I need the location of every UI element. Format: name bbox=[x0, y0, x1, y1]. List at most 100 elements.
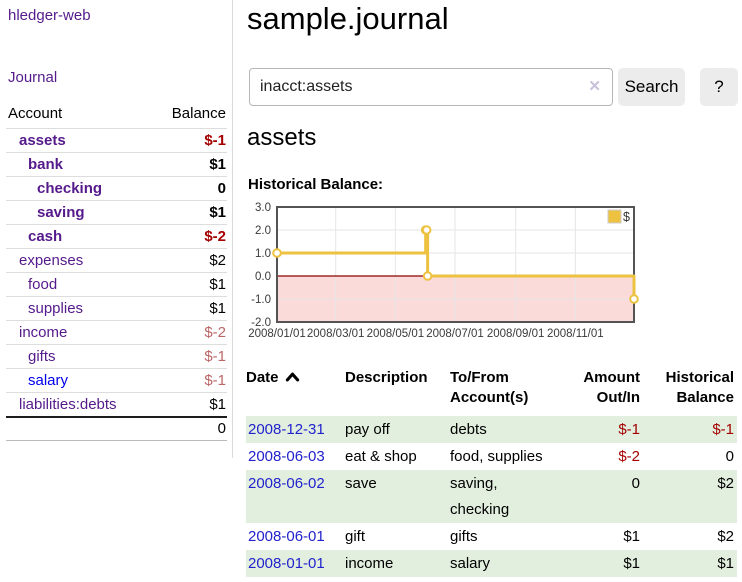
sidebar-accounts-body: assets$-1bank$1checking0saving$1cash$-2e… bbox=[6, 129, 227, 417]
account-row: cash $-2 bbox=[6, 225, 227, 249]
balance-chart: $3.02.01.00.0-1.0-2.02008/01/012008/03/0… bbox=[243, 202, 742, 352]
account-row: food $1 bbox=[6, 273, 227, 297]
register-body: 2008-12-31pay offdebts$-1$-12008-06-03ea… bbox=[246, 416, 737, 577]
accounts-total-balance: 0 bbox=[152, 417, 227, 441]
x-axis-tick-label: 2008/09/01 bbox=[487, 328, 545, 340]
x-axis-tick-label: 2008/11/01 bbox=[547, 328, 604, 340]
sidebar-account-balance: $2 bbox=[152, 249, 227, 273]
account-row: assets $-1 bbox=[6, 129, 227, 153]
sidebar-account-link[interactable]: salary bbox=[6, 372, 68, 389]
transaction-date-link[interactable]: 2008-12-31 bbox=[248, 421, 325, 438]
accounts-col-header: Account bbox=[6, 102, 152, 129]
y-axis-tick-label: 3.0 bbox=[255, 202, 271, 214]
sidebar-account-balance: $-2 bbox=[152, 321, 227, 345]
transaction-date-link[interactable]: 2008-01-01 bbox=[248, 555, 325, 572]
transaction-description: save bbox=[345, 470, 450, 523]
date-col-label: Date bbox=[246, 369, 279, 386]
register-header-row: Date Description To/From Account(s) Amou… bbox=[246, 362, 737, 416]
sidebar-account-link[interactable]: gifts bbox=[6, 348, 56, 365]
sidebar-account-balance: $1 bbox=[152, 297, 227, 321]
transaction-amount: $-1 bbox=[552, 416, 643, 443]
transaction-row: 2008-01-01incomesalary$1$1 bbox=[246, 550, 737, 577]
chart-title: Historical Balance: bbox=[248, 176, 383, 193]
data-point-marker bbox=[630, 295, 638, 303]
y-axis-tick-label: -1.0 bbox=[251, 294, 271, 306]
y-axis-tick-label: 2.0 bbox=[255, 225, 271, 237]
sidebar-account-balance: $-1 bbox=[152, 345, 227, 369]
data-point-marker bbox=[424, 272, 432, 280]
sidebar-account-link[interactable]: cash bbox=[6, 228, 62, 245]
data-point-marker bbox=[423, 226, 431, 234]
account-row: expenses $2 bbox=[6, 249, 227, 273]
balance-col-header: Balance bbox=[152, 102, 227, 129]
page-title: sample.journal bbox=[247, 1, 449, 37]
accounts-col-header-register: To/From Account(s) bbox=[450, 362, 552, 416]
transaction-description: gift bbox=[345, 523, 450, 550]
search-button[interactable]: Search bbox=[618, 68, 685, 106]
sidebar-account-balance: $1 bbox=[152, 273, 227, 297]
transaction-row: 2008-12-31pay offdebts$-1$-1 bbox=[246, 416, 737, 443]
sidebar-account-link[interactable]: supplies bbox=[6, 300, 83, 317]
x-axis-tick-label: 2008/03/01 bbox=[307, 328, 365, 340]
account-heading: assets bbox=[247, 124, 316, 152]
account-row: supplies $1 bbox=[6, 297, 227, 321]
sidebar-account-link[interactable]: saving bbox=[6, 204, 85, 221]
account-row: saving $1 bbox=[6, 201, 227, 225]
search-input[interactable] bbox=[249, 68, 613, 106]
sidebar-account-balance: $-1 bbox=[152, 369, 227, 393]
transaction-description: eat & shop bbox=[345, 443, 450, 470]
accounts-total-spacer bbox=[6, 417, 152, 441]
account-row: income $-2 bbox=[6, 321, 227, 345]
brand-link[interactable]: hledger-web bbox=[8, 7, 91, 24]
account-row: gifts $-1 bbox=[6, 345, 227, 369]
transaction-amount: 0 bbox=[552, 470, 643, 523]
sidebar: hledger-web Journal Account Balance asse… bbox=[0, 0, 233, 458]
sidebar-account-link[interactable]: assets bbox=[6, 132, 66, 149]
sidebar-account-balance: 0 bbox=[152, 177, 227, 201]
account-row: salary $-1 bbox=[6, 369, 227, 393]
transaction-description: pay off bbox=[345, 416, 450, 443]
y-axis-tick-label: 1.0 bbox=[255, 248, 271, 260]
search-form: ✕ bbox=[249, 68, 613, 106]
transaction-amount: $1 bbox=[552, 523, 643, 550]
transaction-row: 2008-06-03eat & shopfood, supplies$-20 bbox=[246, 443, 737, 470]
sidebar-account-balance: $1 bbox=[152, 201, 227, 225]
transaction-date-link[interactable]: 2008-06-02 bbox=[248, 475, 325, 492]
balance-col-header-register: Historical Balance bbox=[643, 362, 737, 416]
transaction-amount: $1 bbox=[552, 550, 643, 577]
sidebar-account-link[interactable]: expenses bbox=[6, 252, 83, 269]
x-axis-tick-label: 2008/01/01 bbox=[248, 328, 306, 340]
amount-col-header: Amount Out/In bbox=[552, 362, 643, 416]
accounts-total-row: 0 bbox=[6, 417, 227, 441]
sidebar-item-journal[interactable]: Journal bbox=[8, 69, 57, 86]
transaction-balance: 0 bbox=[643, 443, 737, 470]
help-button[interactable]: ? bbox=[700, 68, 738, 106]
x-axis-tick-label: 2008/07/01 bbox=[426, 328, 484, 340]
legend-swatch bbox=[608, 210, 621, 223]
y-axis-tick-label: 0.0 bbox=[255, 271, 271, 283]
sidebar-accounts-table: Account Balance assets $-1 bank $1 checking 0… bbox=[6, 102, 227, 441]
data-point-marker bbox=[273, 249, 281, 257]
transaction-description: income bbox=[345, 550, 450, 577]
transaction-date-link[interactable]: 2008-06-01 bbox=[248, 528, 325, 545]
sidebar-account-link[interactable]: bank bbox=[6, 156, 63, 173]
accounts-header-row: Account Balance bbox=[6, 102, 227, 129]
transaction-balance: $2 bbox=[643, 470, 737, 523]
transaction-date-link[interactable]: 2008-06-03 bbox=[248, 448, 325, 465]
sidebar-account-balance: $1 bbox=[152, 153, 227, 177]
sidebar-account-balance: $-1 bbox=[152, 129, 227, 153]
account-row: bank $1 bbox=[6, 153, 227, 177]
account-row: checking 0 bbox=[6, 177, 227, 201]
sidebar-account-link[interactable]: food bbox=[6, 276, 57, 293]
sidebar-account-link[interactable]: checking bbox=[6, 180, 102, 197]
sidebar-account-balance: $-2 bbox=[152, 225, 227, 249]
sidebar-account-balance: $1 bbox=[152, 393, 227, 417]
transaction-balance: $1 bbox=[643, 550, 737, 577]
sidebar-account-link[interactable]: income bbox=[6, 324, 67, 341]
sidebar-account-link[interactable]: liabilities:debts bbox=[6, 396, 117, 413]
date-col-header[interactable]: Date bbox=[246, 362, 345, 416]
transaction-accounts: gifts bbox=[450, 523, 552, 550]
description-col-header: Description bbox=[345, 362, 450, 416]
transaction-balance: $-1 bbox=[643, 416, 737, 443]
clear-search-icon[interactable]: ✕ bbox=[588, 77, 601, 95]
